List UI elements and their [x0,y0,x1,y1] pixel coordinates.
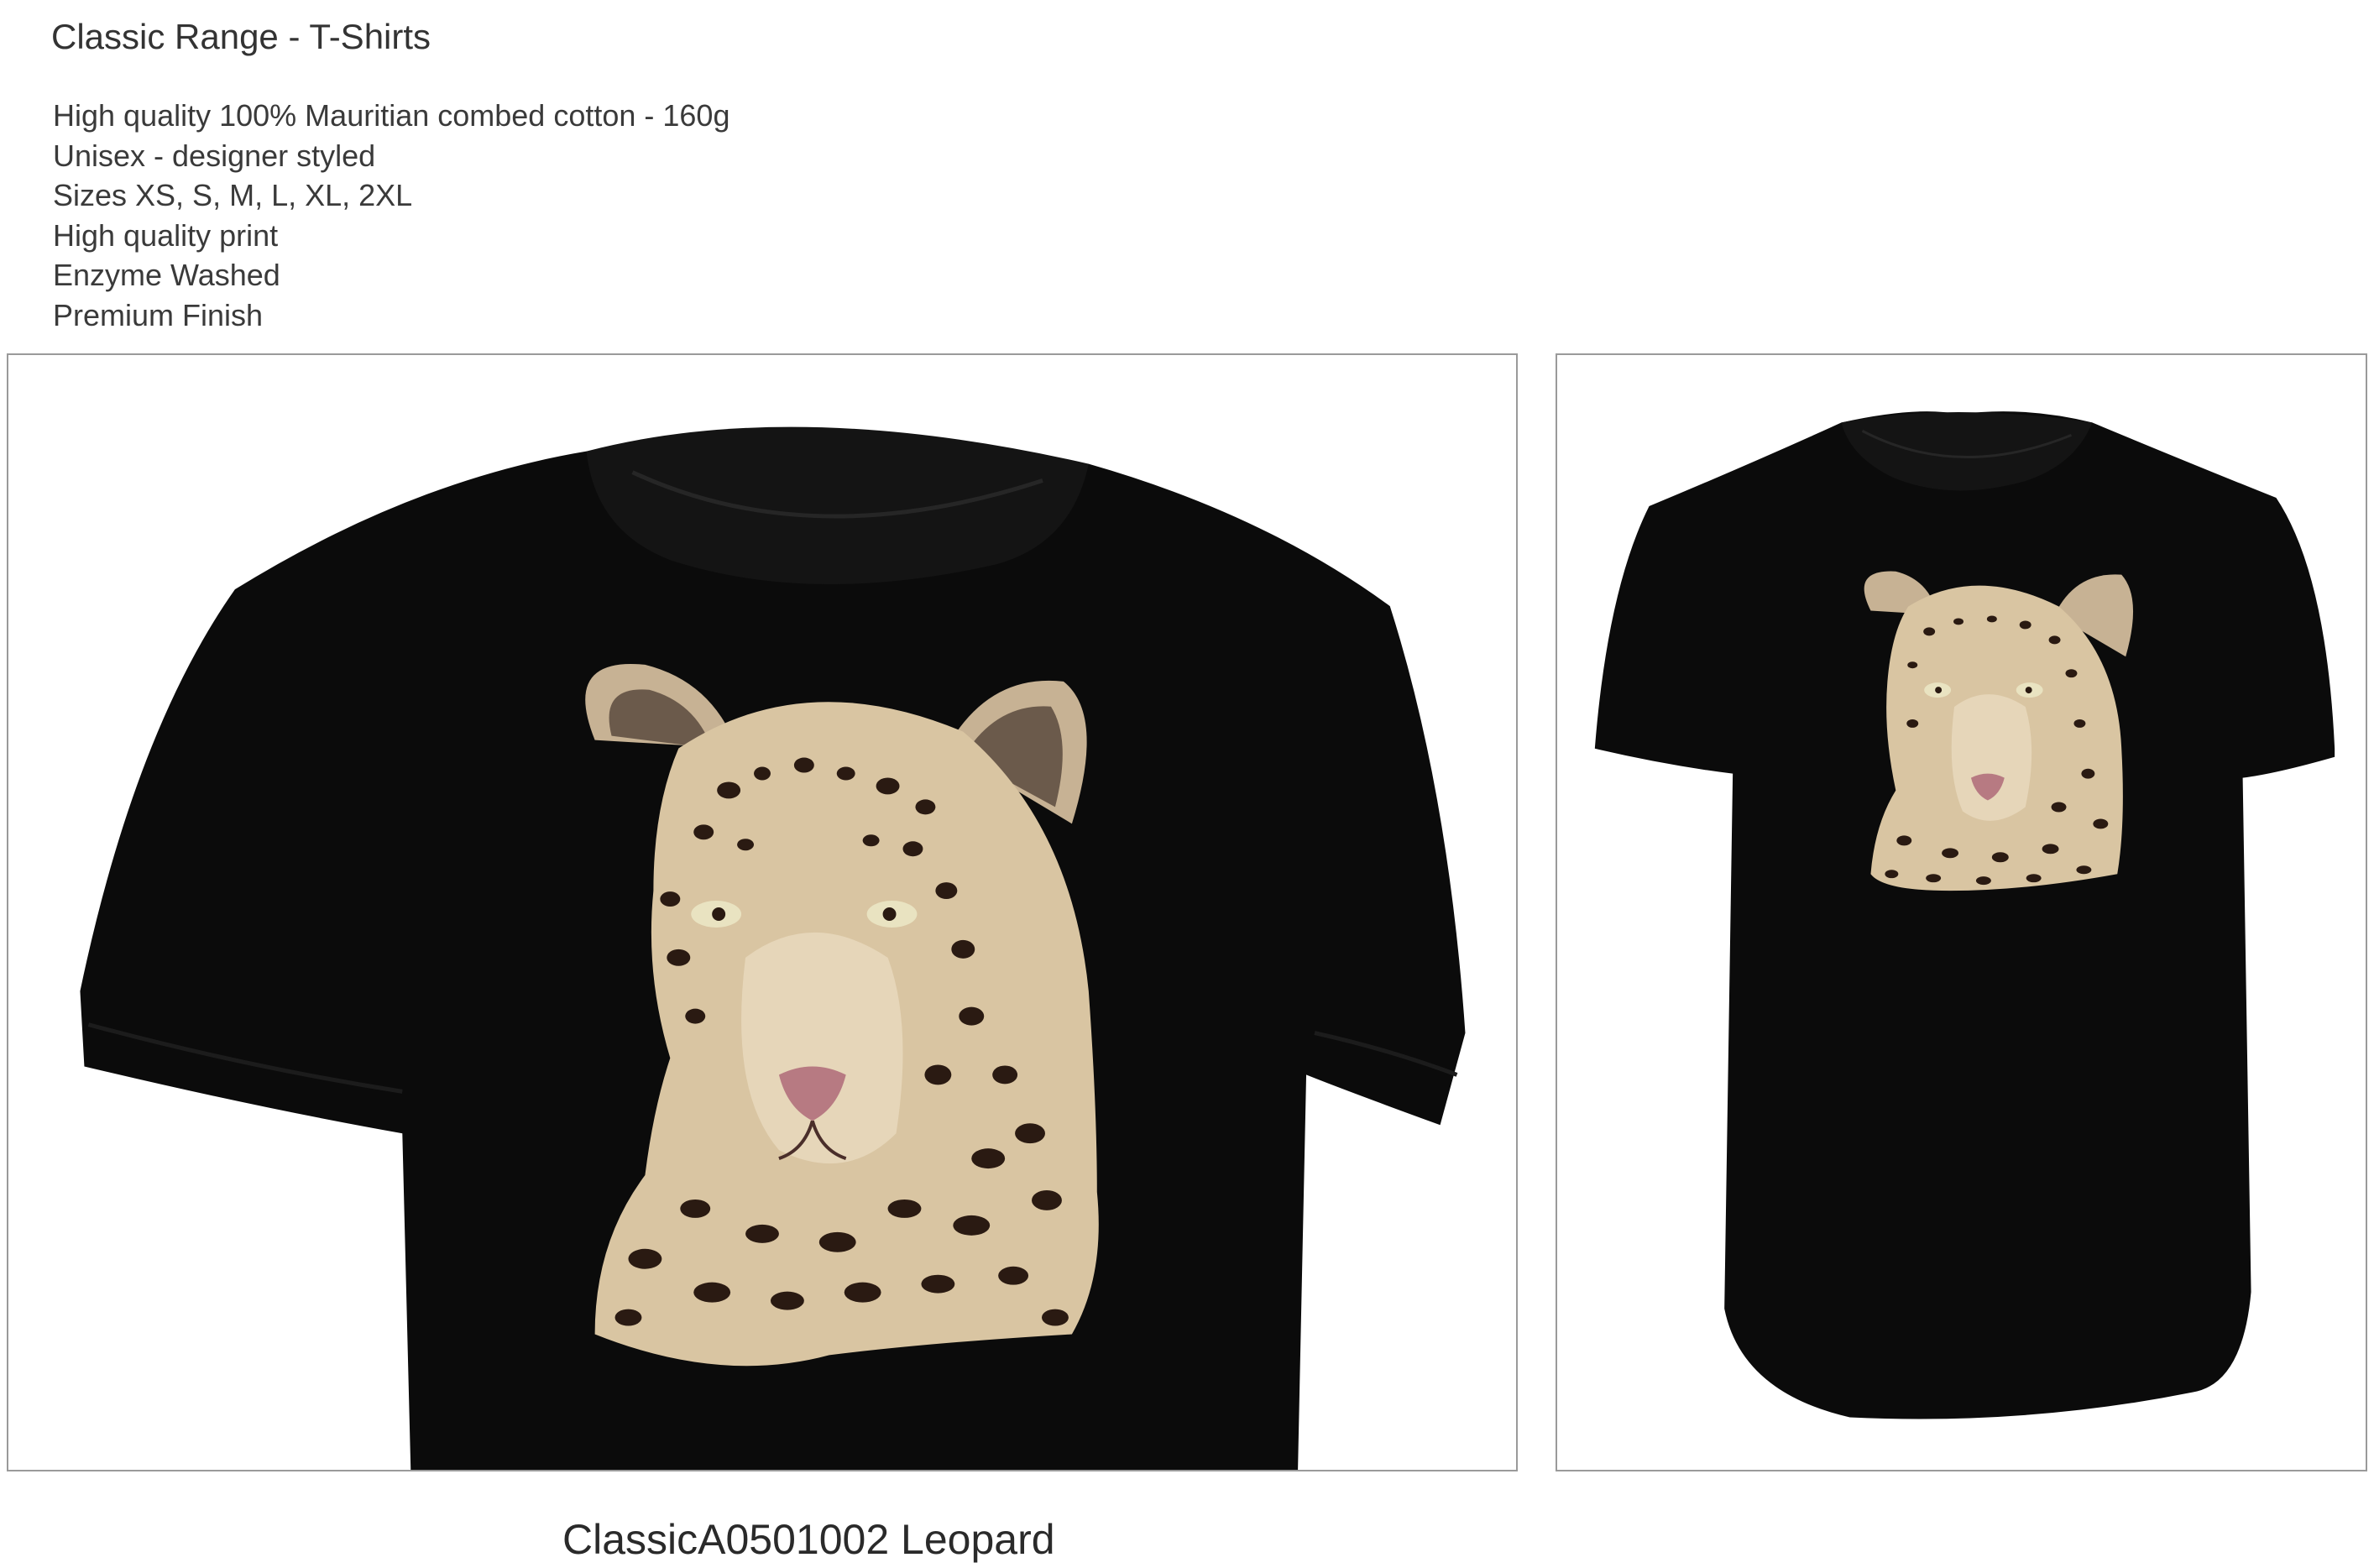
feature-item: High quality print [53,217,279,253]
tshirt-full-image [1594,411,2335,1419]
feature-item: High quality 100% Mauritian combed cotto… [53,98,730,133]
leopard-print [1864,571,2134,891]
page-title: Classic Range - T-Shirts [51,17,431,56]
feature-item: Sizes XS, S, M, L, XL, 2XL [53,178,413,212]
feature-item: Premium Finish [53,297,264,332]
tshirt-closeup-image [80,426,1466,1470]
tshirt-body [1594,411,2335,1419]
product-sheet: Classic Range - T-Shirts High quality 10… [0,0,2374,1568]
feature-item: Unisex - designer styled [53,138,376,173]
feature-item: Enzyme Washed [53,258,280,292]
tshirt-closeup-panel [7,353,1518,1471]
tshirt-full-panel [1556,353,2367,1471]
product-caption: ClassicA0501002 Leopard [562,1516,1055,1563]
feature-list: High quality 100% Mauritian combed cotto… [53,96,729,335]
